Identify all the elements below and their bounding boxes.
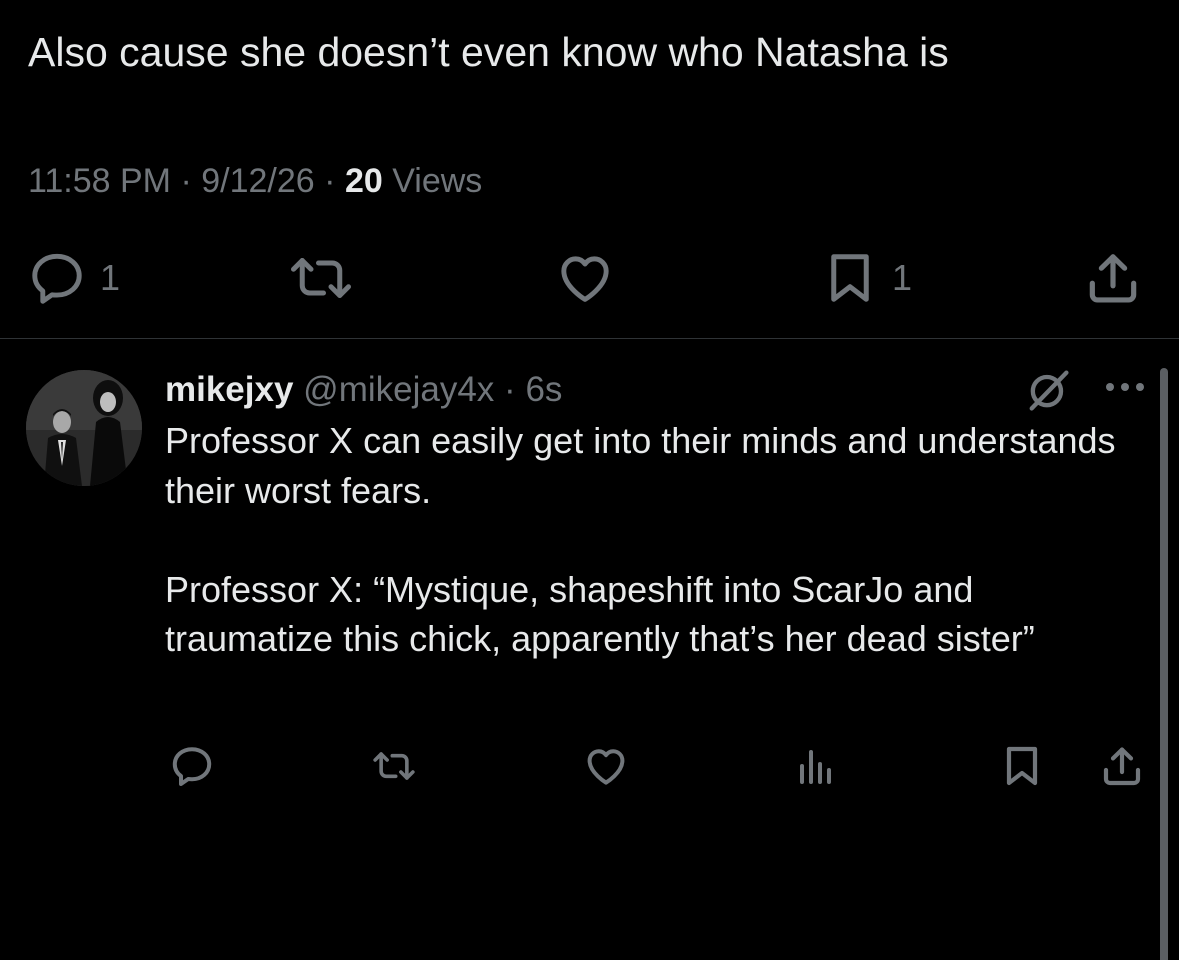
views-count[interactable]: 20	[345, 162, 383, 200]
reply-age[interactable]: 6s	[525, 370, 562, 409]
views-button[interactable]	[792, 736, 840, 796]
tweet-action-bar: 1 1	[0, 248, 1179, 308]
thread-divider	[0, 338, 1179, 339]
share-upload-icon	[1098, 742, 1146, 790]
retweet-arrows-icon	[370, 742, 418, 790]
bookmark-button[interactable]: 1	[820, 248, 912, 308]
speech-bubble-icon	[168, 742, 216, 790]
reply-text: Professor X can easily get into their mi…	[165, 416, 1125, 664]
reply-count: 1	[100, 257, 121, 298]
ellipsis-icon[interactable]	[1100, 372, 1150, 402]
scrollbar[interactable]	[1160, 368, 1168, 960]
bookmark-button[interactable]	[998, 736, 1046, 796]
bookmark-icon	[998, 742, 1046, 790]
user-handle[interactable]: @mikejay4x	[303, 370, 494, 409]
like-button[interactable]	[582, 736, 630, 796]
share-upload-icon	[1082, 247, 1144, 309]
reply-button[interactable]: 1	[26, 248, 120, 308]
reply-paragraph: Professor X: “Mystique, shapeshift into …	[165, 568, 1035, 660]
speech-bubble-icon	[26, 247, 88, 309]
bookmark-icon	[820, 247, 880, 309]
views-label[interactable]: Views	[392, 162, 482, 200]
share-button[interactable]	[1098, 736, 1146, 796]
meta-separator: ·	[180, 162, 192, 200]
grok-slash-icon[interactable]	[1022, 364, 1074, 416]
avatar[interactable]	[26, 370, 142, 486]
header-separator: ·	[504, 370, 516, 409]
tweet-date: 9/12/26	[201, 162, 315, 200]
bar-chart-icon	[792, 742, 840, 790]
tweet-meta: 11:58 PM · 9/12/26 · 20 Views	[28, 160, 482, 202]
heart-icon	[582, 742, 630, 790]
tweet-text: Also cause she doesn’t even know who Nat…	[28, 29, 949, 75]
reply-action-bar	[0, 736, 1179, 796]
reply-button[interactable]	[168, 736, 216, 796]
like-button[interactable]	[554, 248, 616, 308]
bookmark-count: 1	[892, 257, 913, 298]
tweet-time: 11:58 PM	[28, 162, 172, 200]
retweet-button[interactable]	[286, 248, 356, 308]
share-button[interactable]	[1082, 248, 1144, 308]
heart-icon	[554, 247, 616, 309]
meta-separator: ·	[324, 162, 336, 200]
retweet-button[interactable]	[370, 736, 418, 796]
display-name[interactable]: mikejxy	[165, 370, 293, 409]
reply-paragraph: Professor X can easily get into their mi…	[165, 420, 1116, 511]
reply-header: mikejxy @mikejay4x · 6s	[165, 368, 562, 412]
retweet-arrows-icon	[286, 247, 356, 309]
